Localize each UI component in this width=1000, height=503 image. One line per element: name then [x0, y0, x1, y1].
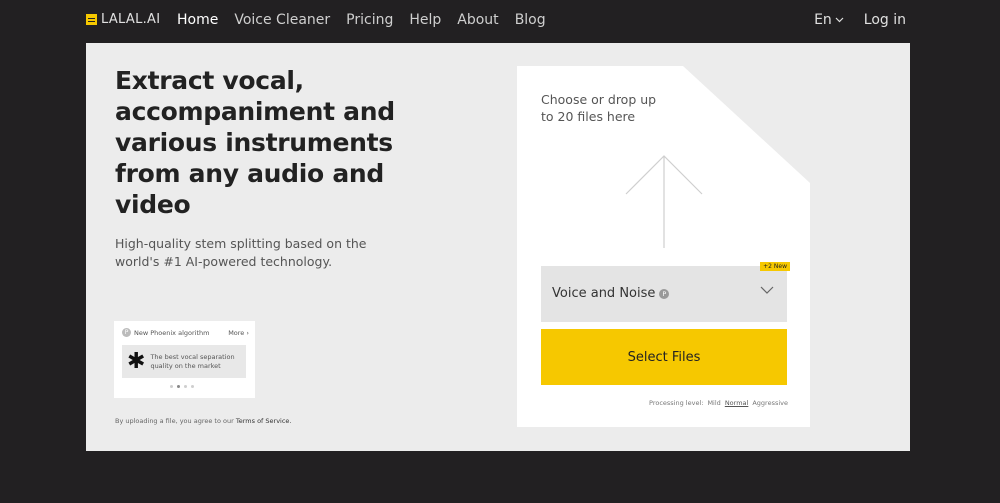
processing-level: Processing level: Mild Normal Aggressive	[649, 399, 788, 407]
language-label: En	[814, 12, 832, 28]
promo-badge: P New Phoenix algorithm	[122, 328, 209, 337]
chevron-down-icon	[835, 17, 844, 23]
carousel-dot[interactable]	[191, 385, 194, 388]
logo-icon	[86, 14, 97, 25]
promo-badge-label: New Phoenix algorithm	[134, 328, 210, 337]
chevron-down-icon	[760, 286, 774, 294]
stem-type-value: Voice and Noise P	[552, 286, 670, 301]
nav-links: Home Voice Cleaner Pricing Help About Bl…	[177, 12, 546, 28]
nav-help[interactable]: Help	[409, 12, 441, 28]
carousel-dots	[170, 385, 194, 388]
carousel-dot[interactable]	[170, 385, 173, 388]
nav-pricing[interactable]: Pricing	[346, 12, 393, 28]
carousel-dot[interactable]	[184, 385, 187, 388]
promo-card[interactable]: ✱ The best vocal separation quality on t…	[122, 345, 246, 378]
terms-notice: By uploading a file, you agree to our Te…	[115, 417, 292, 425]
promo-more-link[interactable]: More ›	[228, 329, 249, 337]
carousel-dot-active[interactable]	[177, 385, 180, 388]
arrow-right-icon: ›	[246, 328, 249, 337]
nav-blog[interactable]: Blog	[515, 12, 546, 28]
nav-right: En Log in	[814, 12, 906, 28]
terms-prefix: By uploading a file, you agree to our	[115, 417, 234, 425]
level-mild[interactable]: Mild	[707, 399, 720, 407]
login-link[interactable]: Log in	[864, 12, 906, 28]
nav-voice-cleaner[interactable]: Voice Cleaner	[234, 12, 330, 28]
level-normal[interactable]: Normal	[725, 399, 749, 407]
nav-home[interactable]: Home	[177, 12, 218, 28]
processing-level-label: Processing level:	[649, 399, 704, 407]
nav-about[interactable]: About	[457, 12, 498, 28]
main-panel: Extract vocal, accompaniment and various…	[86, 43, 910, 451]
upload-arrow-icon	[625, 155, 703, 248]
promo-card-text: The best vocal separation quality on the…	[150, 352, 235, 370]
hero-subtitle: High-quality stem splitting based on the…	[115, 236, 367, 269]
level-aggressive[interactable]: Aggressive	[752, 399, 788, 407]
drop-zone-text: Choose or drop up to 20 files here	[541, 92, 657, 124]
phoenix-icon: P	[659, 288, 670, 299]
promo-carousel: P New Phoenix algorithm More › ✱ The bes…	[114, 321, 255, 398]
logo[interactable]: LALAL.AI	[86, 12, 160, 27]
stem-type-select[interactable]: +2 New Voice and Noise P	[541, 262, 790, 322]
logo-text: LALAL.AI	[101, 12, 161, 27]
new-badge: +2 New	[760, 262, 790, 271]
select-files-button[interactable]: Select Files	[541, 329, 787, 385]
terms-link[interactable]: Terms of Service.	[236, 417, 292, 425]
phoenix-icon: P	[122, 328, 131, 337]
asterisk-icon: ✱	[127, 348, 146, 374]
top-nav: LALAL.AI Home Voice Cleaner Pricing Help…	[86, 0, 910, 43]
upload-card[interactable]: Choose or drop up to 20 files here +2 Ne…	[517, 66, 810, 427]
hero-title: Extract vocal, accompaniment and various…	[115, 66, 395, 219]
language-selector[interactable]: En	[814, 12, 844, 28]
